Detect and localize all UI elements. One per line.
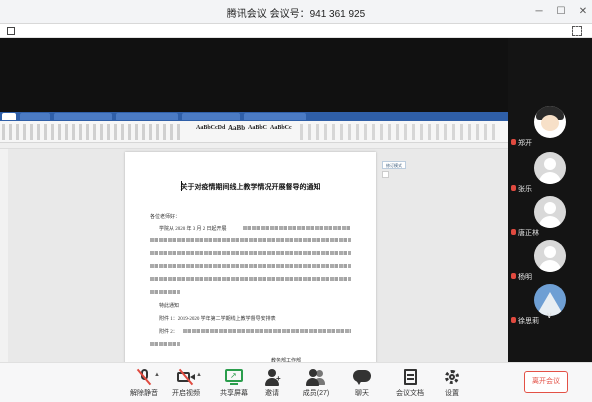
blurred-text <box>150 342 180 346</box>
style-preview: AaBbC <box>248 125 268 131</box>
blurred-text <box>150 251 351 255</box>
salutation: 各位老师好： <box>150 215 181 220</box>
docs-label: 会议文档 <box>396 390 424 397</box>
layout-grid-icon[interactable] <box>7 27 15 35</box>
default-avatar <box>534 240 566 272</box>
members-label: 成员(27) <box>302 390 330 397</box>
shared-ribbon: AaBbCcDd AaBb AaBbC AaBbCc <box>0 121 508 143</box>
muted-mic-icon <box>511 317 516 323</box>
meeting-docs-button[interactable]: 会议文档 <box>390 367 430 401</box>
chevron-down-icon[interactable]: ∨ <box>546 310 553 321</box>
title-bar: 腾讯会议 会议号：941 361 925 ─ ☐ ✕ <box>0 0 592 24</box>
body-start: 学院从 2020 年 3 月 2 日起开展 <box>159 227 227 232</box>
tencent-meeting-window: 腾讯会议 会议号：941 361 925 ─ ☐ ✕ AaBbCcDd AaBb… <box>0 0 592 402</box>
shared-tab <box>20 113 50 120</box>
shared-tab <box>116 113 178 120</box>
attachment-1: 附件 1：2019-2020 学年第二学期线上教学督导安排表 <box>159 317 276 322</box>
cartoon-avatar <box>534 106 566 138</box>
shared-tab <box>54 113 112 120</box>
style-preview: AaBbCcDd <box>196 125 226 131</box>
caret-up-icon[interactable]: ▲ <box>154 372 160 378</box>
revision-float-button: 修订模式 <box>382 161 406 169</box>
shared-tab <box>182 113 240 120</box>
members-button[interactable]: 成员(27) <box>296 367 336 401</box>
video-label: 开启视频 <box>172 390 200 397</box>
default-avatar <box>534 152 566 184</box>
shared-screen: AaBbCcDd AaBb AaBbC AaBbCc 关于对疫情期间线上教学情况… <box>0 38 508 398</box>
document-icon <box>400 368 420 386</box>
share-screen-button[interactable]: ↗ 共享屏幕 <box>214 367 254 401</box>
minimize-button[interactable]: ─ <box>531 4 547 20</box>
gear-icon <box>442 368 462 386</box>
participant-name: 郑开 <box>518 140 532 147</box>
ruler <box>0 143 508 149</box>
ribbon-tools <box>300 124 500 140</box>
fullscreen-icon[interactable] <box>572 26 582 36</box>
settings-button[interactable]: 设置 <box>432 367 472 401</box>
members-icon <box>306 368 326 386</box>
document-title: 关于对疫情期间线上教学情况开展督导的通知 <box>180 183 321 191</box>
invite-label: 邀请 <box>265 390 279 397</box>
shared-tab <box>244 113 306 120</box>
participant-tile[interactable]: 郑开 <box>508 102 592 147</box>
style-preview: AaBbCc <box>270 125 292 131</box>
close-button[interactable]: ✕ <box>575 4 591 20</box>
participant-tile[interactable]: 杨明 <box>508 236 592 281</box>
notice-line: 特此通知 <box>159 304 180 309</box>
participant-name: 徐思莉 <box>518 318 539 325</box>
document-page: 关于对疫情期间线上教学情况开展督导的通知 各位老师好： 学院从 2020 年 3… <box>125 152 376 382</box>
blurred-text <box>243 226 351 230</box>
shared-app-tabs <box>0 112 508 121</box>
chat-label: 聊天 <box>355 390 369 397</box>
blurred-text <box>150 264 351 268</box>
blurred-text <box>150 290 180 294</box>
meeting-title: 腾讯会议 会议号：941 361 925 <box>226 9 366 20</box>
settings-label: 设置 <box>445 390 459 397</box>
view-toolbar <box>0 24 592 38</box>
blurred-text <box>150 277 351 281</box>
leave-meeting-button[interactable]: 离开会议 <box>524 371 568 393</box>
muted-mic-icon <box>511 185 516 191</box>
shared-word-processor: AaBbCcDd AaBb AaBbC AaBbCc 关于对疫情期间线上教学情况… <box>0 112 508 398</box>
blurred-text <box>183 329 351 333</box>
participant-tile[interactable]: 张乐 <box>508 148 592 193</box>
unmute-label: 解除静音 <box>130 390 158 397</box>
ribbon-tools <box>2 124 182 140</box>
float-tool-icon <box>382 171 389 178</box>
invite-icon: + <box>262 368 282 386</box>
shared-tab <box>2 113 16 120</box>
participant-tile[interactable]: 唐正林 <box>508 192 592 237</box>
share-screen-icon: ↗ <box>224 368 244 386</box>
muted-mic-icon <box>511 273 516 279</box>
chat-icon <box>352 368 372 386</box>
blurred-text <box>150 238 351 242</box>
muted-mic-icon <box>511 139 516 145</box>
chat-button[interactable]: 聊天 <box>342 367 382 401</box>
video-off-icon <box>176 368 196 386</box>
control-bar: 解除静音 ▲ 开启视频 ▲ ↗ 共享屏幕 + 邀请 成员(27) 聊天 会议文档 <box>0 362 592 402</box>
muted-mic-icon <box>134 368 154 386</box>
shared-side-panel <box>0 149 8 382</box>
maximize-button[interactable]: ☐ <box>553 4 569 20</box>
share-label: 共享屏幕 <box>220 390 248 397</box>
attachment-2: 附件 2： <box>159 330 178 335</box>
caret-up-icon[interactable]: ▲ <box>196 372 202 378</box>
style-preview: AaBb <box>228 124 246 132</box>
default-avatar <box>534 196 566 228</box>
participant-panel: 郑开 张乐 唐正林 杨明 徐思莉 ∨ <box>508 38 592 362</box>
invite-button[interactable]: + 邀请 <box>252 367 292 401</box>
muted-mic-icon <box>511 229 516 235</box>
